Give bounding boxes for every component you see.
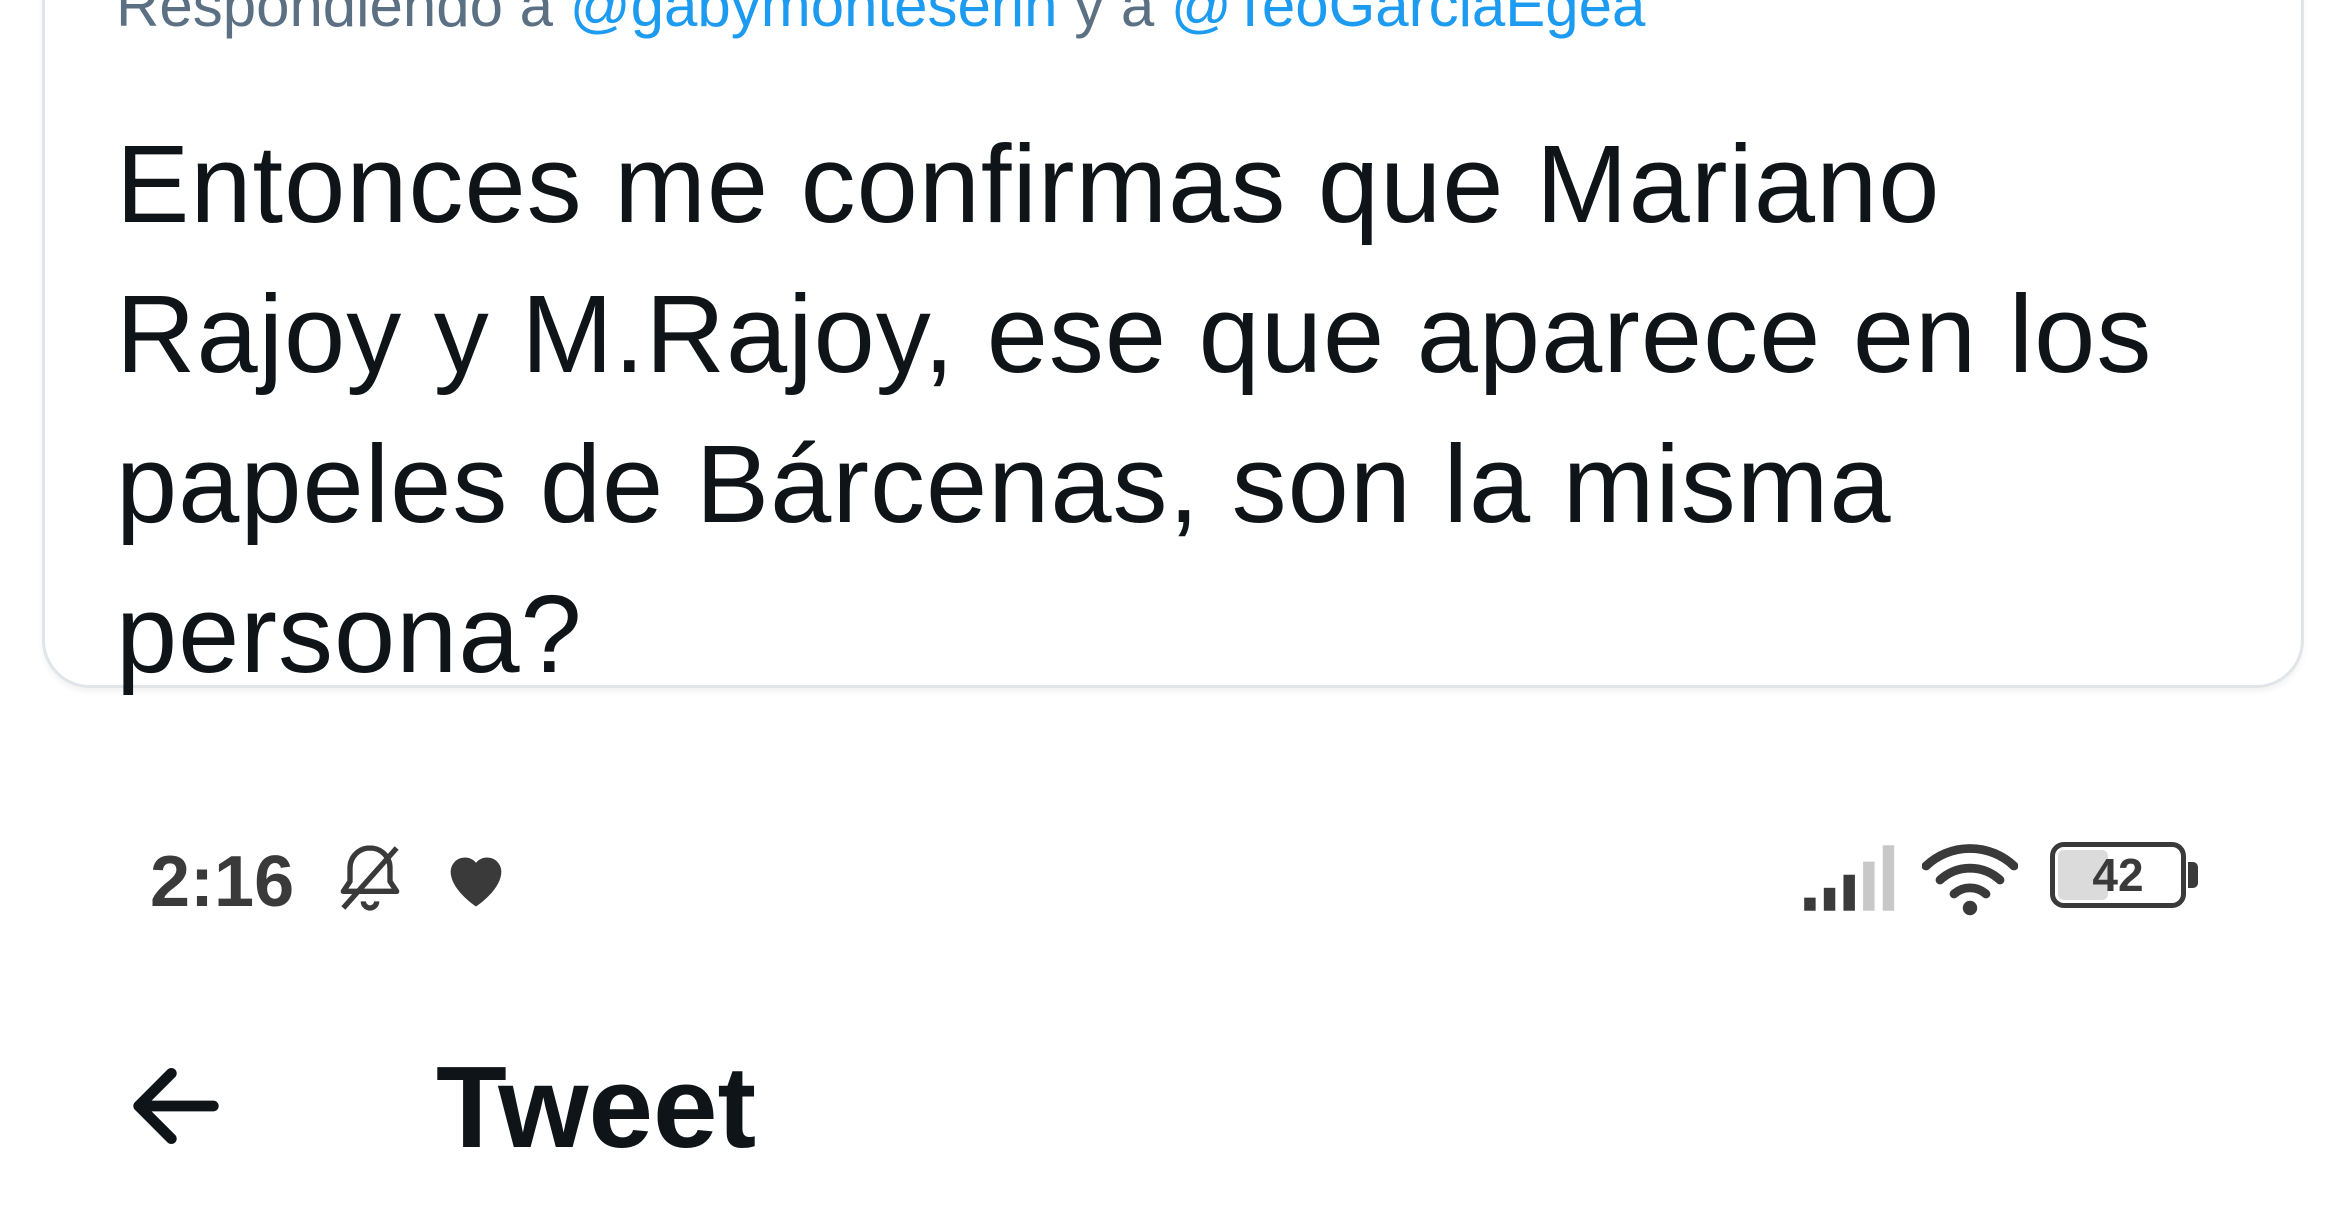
tweet-screen: Respondiendo a @gabymonteserin y a @TeoG… [0, 0, 2350, 1230]
bell-off-icon [340, 845, 400, 911]
battery-level-text: 42 [2092, 849, 2144, 901]
mention-link-teogarciaegea[interactable]: @TeoGarciaEgea [1171, 0, 1646, 39]
status-time: 2:16 [150, 842, 295, 922]
heart-icon [450, 857, 502, 907]
arrow-left-icon[interactable] [120, 1050, 232, 1162]
status-bar: 2:16 42 [0, 820, 2350, 940]
replying-to-line: Respondiendo a @gabymonteserin y a @TeoG… [116, 0, 1645, 42]
mention-link-gabymonteserin[interactable]: @gabymonteserin [570, 0, 1058, 39]
wifi-icon [1922, 844, 2018, 916]
battery-indicator: 42 [2050, 842, 2200, 916]
replying-prefix: Respondiendo a [116, 0, 570, 39]
replying-joiner: y a [1057, 0, 1171, 39]
page-title: Tweet [436, 1042, 757, 1172]
battery-cap [2188, 862, 2198, 888]
tweet-header: Tweet [0, 1020, 2350, 1190]
quoted-tweet-text: Entonces me confirmas que Mariano Rajoy … [116, 123, 2153, 696]
signal-icon [1804, 845, 1895, 911]
